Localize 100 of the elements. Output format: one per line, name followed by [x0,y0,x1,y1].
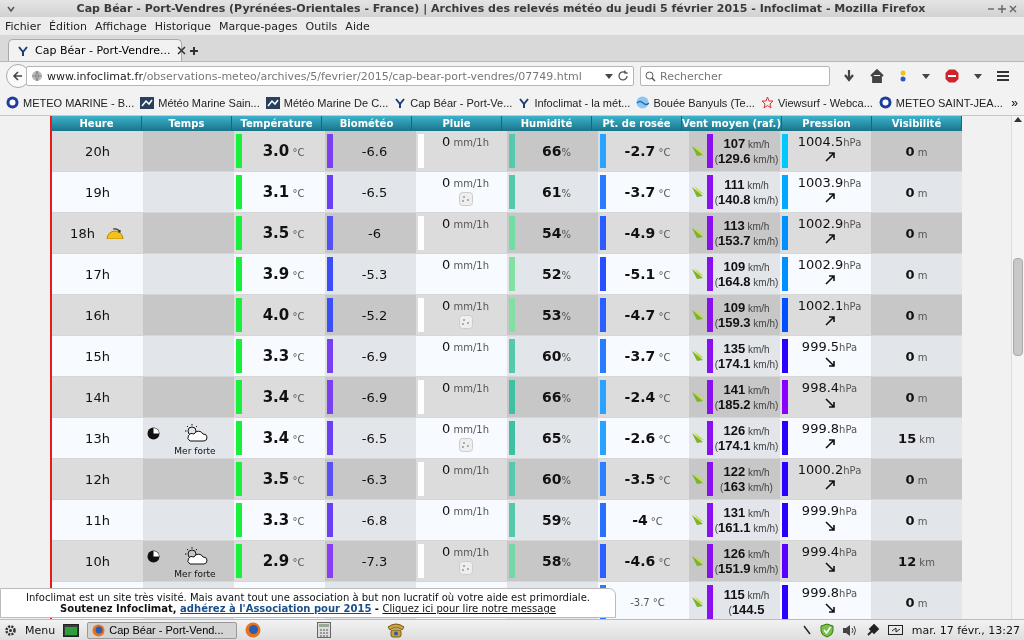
humidity-value: 54% [542,225,571,241]
wind-arrow-icon [691,144,705,158]
battery-icon[interactable] [887,624,904,636]
menu-item[interactable]: Outils [305,19,338,33]
telephone-icon[interactable] [387,622,406,638]
dew-point-value: -3.7 °C [624,348,671,364]
menu-item[interactable]: Affichage [95,19,147,33]
back-arrow-icon[interactable] [12,70,24,82]
temperature-bar [236,421,242,455]
gust-value: (144.5 [728,602,765,617]
column-header: Humidité [502,116,592,131]
hour-text: 12h [85,471,110,487]
maximize-icon[interactable] [996,3,1008,14]
menu-item[interactable]: Marque-pages [219,19,298,33]
menu-item[interactable]: Historique [154,19,212,33]
wind-arrow-icon [691,226,705,240]
home-icon[interactable] [870,69,885,83]
hour-text: 20h [85,143,110,159]
column-header: Vent moyen (raf.) [682,116,782,131]
menu-item[interactable]: Aide [345,19,370,33]
pressure-value: 1002.1hPa [797,298,862,313]
wind-value: 126 km/h [723,546,770,561]
column-header: Pt. de rosée [592,116,682,131]
extension-icon[interactable] [899,70,908,82]
arrow-icon [823,438,836,450]
wind-bar [707,257,713,291]
dropdown-icon[interactable] [973,72,982,80]
scrollbar[interactable] [1011,116,1024,619]
wind-value: 135 km/h [723,341,770,356]
rain-value: 0 mm/1h [442,544,489,559]
visibility-value: 0 m [905,389,928,405]
search-field[interactable]: Rechercher [640,66,830,86]
gust-value: (174.1 km/h) [714,356,779,371]
visibility-value: 15 km [898,430,935,446]
dew-point-value: -4.7 °C [624,307,671,323]
arrow-icon [823,356,836,368]
gear-icon[interactable] [4,623,17,637]
more-bookmarks-button[interactable]: » [1011,95,1018,110]
wind-bar [707,503,713,537]
gust-value: (161.1 km/h) [714,520,779,535]
plug-icon[interactable] [865,623,880,637]
hour-text: 10h [85,553,110,569]
humidity-value: 58% [542,553,571,569]
visibility-value: 0 m [905,225,928,241]
temperature-value: 3.1 °C [262,183,305,201]
arrow-icon [823,192,836,204]
close-icon[interactable] [176,46,186,55]
menu-icon[interactable] [996,70,1011,82]
temperature-bar [236,216,242,250]
bookmark-link[interactable]: Météo Marine Sain... [140,96,260,109]
bookmark-link[interactable]: Infoclimat - la mét... [518,96,631,109]
square-logo-icon [140,96,155,109]
bookmark-link[interactable]: Bouée Banyuls (Te... [636,96,755,109]
gust-value: (151.9 km/h) [714,561,779,576]
wind-value: 111 km/h [724,177,769,192]
sun-cloud-icon [182,423,208,443]
rain-value: 0 mm/1h [442,462,489,477]
taskbar-window-button[interactable]: Cap Béar - Port-Vend... [87,621,238,639]
visibility-value: 0 m [905,307,928,323]
hour-text: 17h [85,266,110,282]
humidity-value: 60% [542,348,571,364]
bookmark-link[interactable]: Météo Marine De C... [265,96,389,109]
biometeo-value: -6 [368,225,381,241]
reload-icon[interactable] [617,70,629,82]
calculator-icon[interactable] [317,622,332,638]
menu-item[interactable]: Fichier [5,19,41,33]
humidity-value: 52% [542,266,571,282]
pressure-value: 999.5hPa [801,339,858,354]
wind-bar [707,462,713,496]
bookmark-link[interactable]: METEO MARINE - B... [6,96,135,109]
wind-bar [707,134,713,168]
bookmark-link[interactable]: METEO SAINT-JEA... [878,96,1003,109]
message-link[interactable]: Cliquez ici pour lire notre message [382,603,556,614]
wind-value: 131 km/h [723,505,770,520]
hour-text: 18h [70,225,95,241]
dropdown-icon[interactable] [921,72,930,80]
temperature-bar [236,339,242,373]
download-icon[interactable] [843,69,856,83]
hour-text: 14h [85,389,110,405]
temperature-bar [236,544,242,578]
speaker-icon[interactable] [841,623,858,637]
fork-logo-icon [17,44,29,57]
menu-item[interactable]: Édition [48,19,87,33]
menu-button[interactable]: Menu [25,623,56,637]
rain-bar [418,216,424,250]
bookmark-link[interactable]: Cap Béar - Port-Ve... [394,96,513,109]
pressure-value: 999.4hPa [801,544,858,559]
globe-icon[interactable] [245,622,262,638]
bookmark-link[interactable]: Viewsurf - Webca... [760,96,873,109]
address-field[interactable]: www.infoclimat.fr/observations-meteo/archives/5/fevrier/2015/cap-bear-port-vendres/07749.html [26,66,634,86]
scrollbar-thumb[interactable] [1013,258,1023,356]
visibility-value: 0 m [905,184,928,200]
terminal-icon[interactable] [63,623,80,637]
stop-sign-icon[interactable] [944,69,959,83]
moon-phase-icon [147,426,160,440]
gust-value: (174.1 km/h) [714,438,779,453]
dew-point-value: -2.7 °C [624,143,671,159]
humidity-value: 59% [542,512,571,528]
membership-link[interactable]: adhérez à l'Association pour 2015 [180,603,372,614]
shield-icon[interactable] [819,622,834,638]
